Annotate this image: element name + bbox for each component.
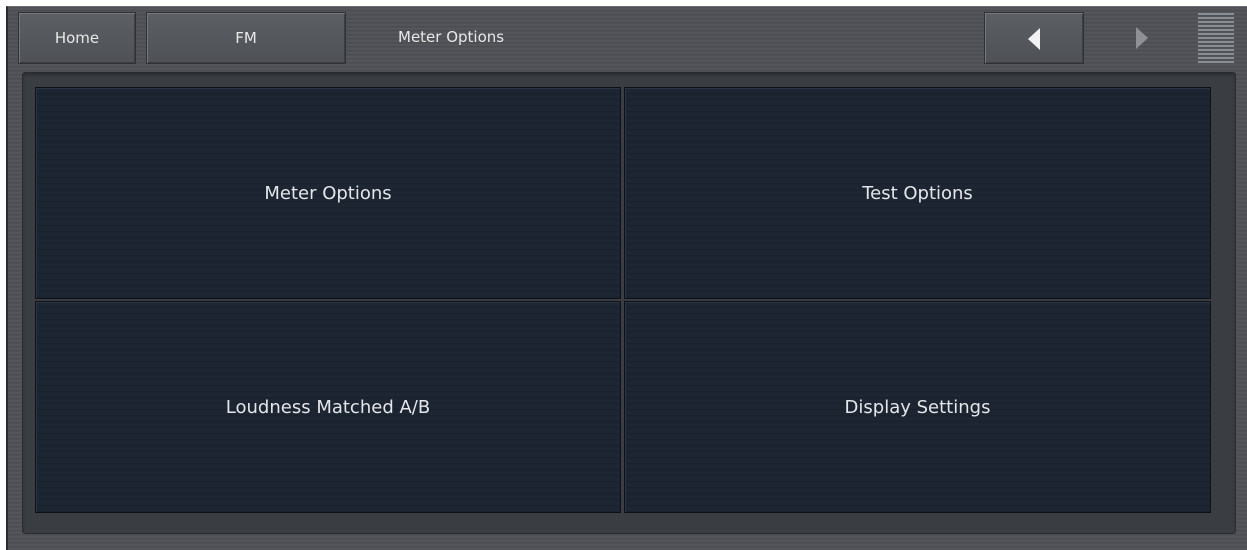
home-button[interactable]: Home xyxy=(18,12,136,64)
back-button[interactable] xyxy=(984,12,1084,64)
test-options-tile[interactable]: Test Options xyxy=(624,87,1211,299)
menu-icon xyxy=(1198,13,1234,63)
tile-label: Loudness Matched A/B xyxy=(225,396,431,418)
menu-button[interactable] xyxy=(1198,13,1234,65)
display-settings-tile[interactable]: Display Settings xyxy=(624,301,1211,513)
fm-button[interactable]: FM xyxy=(146,12,346,64)
loudness-matched-ab-tile[interactable]: Loudness Matched A/B xyxy=(35,301,621,513)
content-panel: Meter Options Test Options Loudness Matc… xyxy=(22,72,1236,534)
triangle-left-icon xyxy=(1028,28,1040,50)
tile-label: Test Options xyxy=(862,182,973,204)
tile-label: Meter Options xyxy=(264,182,392,204)
meter-options-tile[interactable]: Meter Options xyxy=(35,87,621,299)
triangle-right-icon xyxy=(1136,27,1148,49)
tile-label: Display Settings xyxy=(844,396,991,418)
forward-button[interactable] xyxy=(1088,12,1188,64)
options-grid: Meter Options Test Options Loudness Matc… xyxy=(35,87,1211,513)
top-navigation-bar: Home FM Meter Options xyxy=(8,10,1245,68)
page-title: Meter Options xyxy=(398,28,505,46)
